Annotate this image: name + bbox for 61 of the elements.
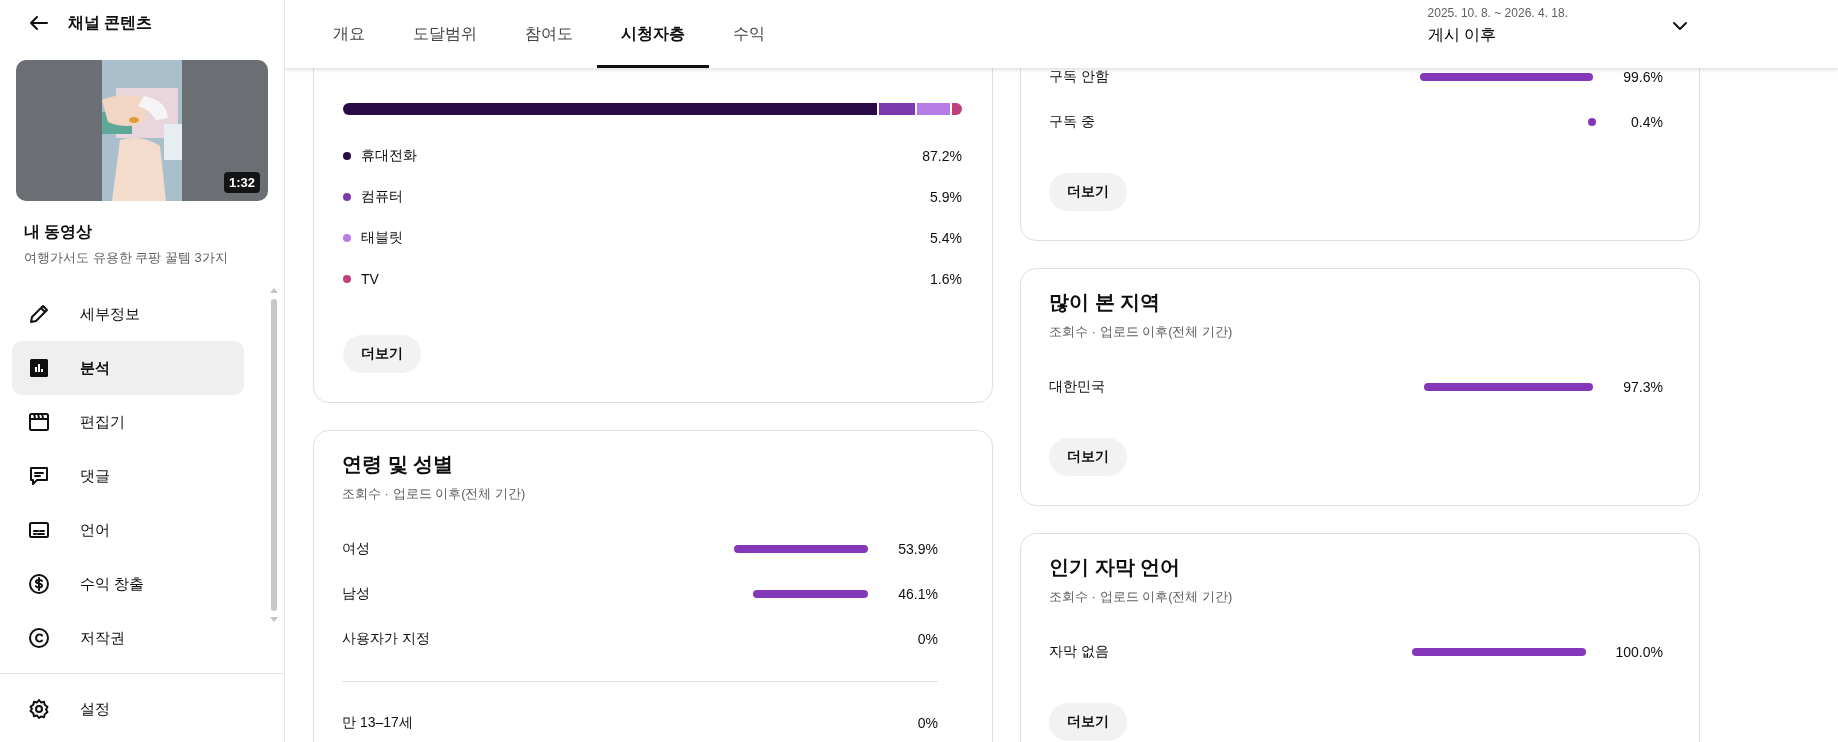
duration-badge: 1:32 bbox=[223, 172, 260, 193]
row-label: 자막 없음 bbox=[1049, 642, 1109, 661]
percentage-value: 46.1% bbox=[898, 585, 938, 602]
date-range-dropdown[interactable]: 2025. 10. 8. ~ 2026. 4. 18. 게시 이후 bbox=[1421, 0, 1698, 47]
clapperboard-icon bbox=[27, 410, 51, 434]
video-title: 여행가서도 유용한 쿠팡 꿀템 3가지 bbox=[24, 249, 229, 267]
percentage-value: 99.6% bbox=[1623, 68, 1663, 85]
percentage-bar bbox=[1588, 117, 1596, 126]
card-title: 인기 자막 언어 bbox=[1049, 555, 1182, 580]
page-title: 채널 콘텐츠 bbox=[68, 12, 153, 33]
sidebar-item[interactable]: 편집기 bbox=[12, 395, 244, 449]
more-button[interactable]: 더보기 bbox=[1049, 438, 1127, 476]
row-label: 구독 안함 bbox=[1049, 67, 1109, 86]
pencil-icon bbox=[27, 302, 51, 326]
tab[interactable]: 시청자층 bbox=[597, 0, 709, 68]
legend-label: TV bbox=[361, 270, 379, 287]
more-button[interactable]: 더보기 bbox=[343, 335, 421, 373]
percentage-value: 87.2% bbox=[922, 147, 962, 164]
video-heading: 내 동영상 bbox=[24, 222, 94, 242]
card-title: 많이 본 지역 bbox=[1049, 290, 1162, 315]
tab[interactable]: 도달범위 bbox=[389, 0, 501, 68]
legend-label: 휴대전화 bbox=[361, 146, 417, 165]
percentage-value: 100.0% bbox=[1615, 643, 1663, 660]
stacked-bar-segment bbox=[879, 103, 916, 115]
legend-label: 태블릿 bbox=[361, 228, 403, 247]
sidebar-item[interactable]: 저작권 bbox=[12, 611, 244, 665]
percentage-value: 53.9% bbox=[898, 540, 938, 557]
copyright-icon bbox=[27, 626, 51, 650]
row-label: 만 13–17세 bbox=[342, 713, 413, 732]
settings-icon bbox=[27, 697, 51, 721]
card-title: 연령 및 성별 bbox=[342, 452, 455, 477]
percentage-value: 0% bbox=[916, 630, 938, 647]
sidebar-item[interactable]: 설정 bbox=[12, 682, 244, 736]
card-subtitle: 조회수 · 업로드 이후(전체 기간) bbox=[1049, 588, 1234, 606]
sidebar-item[interactable]: 세부정보 bbox=[12, 287, 244, 341]
row-label: 대한민국 bbox=[1049, 377, 1105, 396]
dollar-circle-icon bbox=[27, 572, 51, 596]
card-subtitle: 조회수 · 업로드 이후(전체 기간) bbox=[342, 485, 527, 503]
percentage-value: 5.9% bbox=[930, 188, 962, 205]
comment-icon bbox=[27, 464, 51, 488]
bar-chart-icon bbox=[27, 356, 51, 380]
sidebar-item[interactable]: 언어 bbox=[12, 503, 244, 557]
row-label: 여성 bbox=[342, 539, 370, 558]
tab[interactable]: 수익 bbox=[709, 0, 789, 68]
tab[interactable]: 개요 bbox=[309, 0, 389, 68]
percentage-value: 0% bbox=[916, 714, 938, 731]
sidebar-item[interactable]: 분석 bbox=[12, 341, 244, 395]
more-button[interactable]: 더보기 bbox=[1049, 703, 1127, 741]
percentage-value: 1.6% bbox=[930, 270, 962, 287]
tab[interactable]: 참여도 bbox=[501, 0, 597, 68]
percentage-value: 5.4% bbox=[930, 229, 962, 246]
legend-label: 컴퓨터 bbox=[361, 187, 403, 206]
sidebar-item[interactable]: 수익 창출 bbox=[12, 557, 244, 611]
row-label: 구독 중 bbox=[1049, 112, 1095, 131]
card-subtitle: 조회수 · 업로드 이후(전체 기간) bbox=[1049, 323, 1234, 341]
row-label: 사용자가 지정 bbox=[342, 629, 430, 648]
percentage-value: 0.4% bbox=[1630, 113, 1663, 130]
more-button[interactable]: 더보기 bbox=[1049, 173, 1127, 211]
percentage-value: 97.3% bbox=[1623, 378, 1663, 395]
row-label: 남성 bbox=[342, 584, 370, 603]
sidebar-item[interactable]: 댓글 bbox=[12, 449, 244, 503]
